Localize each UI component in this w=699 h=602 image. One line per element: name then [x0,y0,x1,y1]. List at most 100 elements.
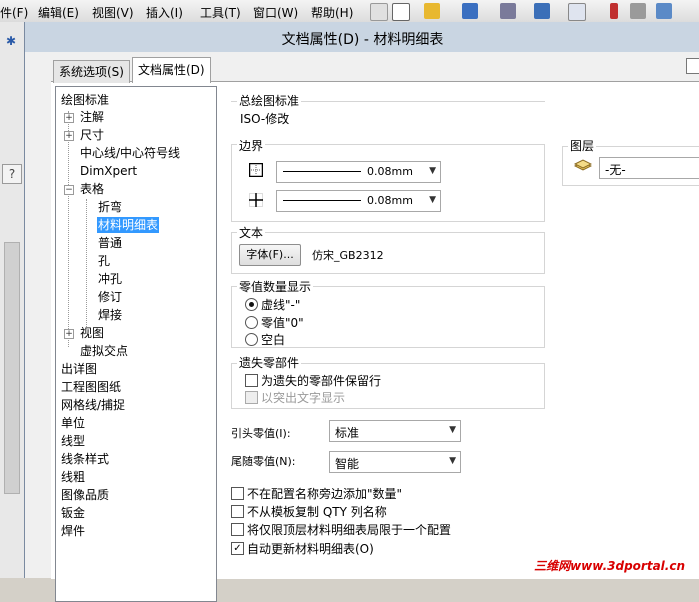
outer-border-value: 0.08mm [367,165,413,178]
tree-item-image-quality[interactable]: 图像品质 [61,487,109,503]
font-name: 仿宋_GB2312 [312,249,384,262]
menu-file[interactable]: 件(F) [0,4,28,21]
menu-insert[interactable]: 插入(I) [146,4,183,21]
tree-item-dimensions[interactable]: 尺寸 [80,127,104,143]
tree-item-centerlines[interactable]: 中心线/中心符号线 [80,145,180,161]
tree-item-punch[interactable]: 冲孔 [98,271,122,287]
new-document-icon[interactable] [392,3,410,21]
zero-qty-dash-radio[interactable] [245,298,258,311]
tree-item-tables[interactable]: 表格 [80,181,104,197]
preview-grid-icon [686,58,699,74]
tree-item-units[interactable]: 单位 [61,415,85,431]
tree-item-detailing[interactable]: 出详图 [61,361,97,377]
options-icon[interactable] [656,3,672,19]
layer-value: -无- [605,163,626,177]
save-icon[interactable] [462,3,478,19]
chevron-down-icon: ▼ [449,425,456,435]
select-cursor-icon[interactable] [568,3,586,21]
menu-help[interactable]: 帮助(H) [311,4,353,21]
keep-missing-row-checkbox[interactable] [245,374,258,387]
tree-item-revision[interactable]: 修订 [98,289,122,305]
text-title: 文本 [237,224,266,241]
chevron-down-icon: ▼ [429,195,436,205]
property-tree[interactable]: 绘图标准 + 注解 + 尺寸 中心线/中心符号线 DimXpert − 表格 折… [55,86,217,602]
tree-item-drawing-standard[interactable]: 绘图标准 [61,92,109,108]
expand-icon[interactable]: + [64,131,74,141]
gear-icon[interactable] [630,3,646,19]
strikeout-label: 以突出文字显示 [261,391,346,405]
overall-standard-value: ISO-修改 [240,112,290,126]
missing-components-title: 遗失零部件 [237,354,302,371]
tree-item-views[interactable]: 视图 [80,325,104,341]
tree-item-general[interactable]: 普通 [98,235,122,251]
leading-zeros-label: 引头零值(I): [231,427,291,440]
collapse-icon[interactable]: − [64,185,74,195]
title-bar: 文档属性(D) - 材料明细表 [25,22,699,52]
expand-icon[interactable]: + [64,113,74,123]
zero-qty-dash-label: 虚线"-" [261,298,301,312]
tree-item-bend[interactable]: 折弯 [98,199,122,215]
restrict-top-level-label: 将仅限顶层材料明细表局限于一个配置 [247,523,452,537]
pin-icon[interactable] [370,3,388,21]
auto-update-bom-checkbox[interactable]: ✓ [231,542,244,555]
app-menubar: 件(F) 编辑(E) 视图(V) 插入(I) 工具(T) 窗口(W) 帮助(H) [0,0,699,23]
tree-item-sheet-metal[interactable]: 钣金 [61,505,85,521]
tree-item-drawing-sheets[interactable]: 工程图图纸 [61,379,121,395]
keep-missing-row-label: 为遗失的零部件保留行 [261,374,382,388]
zero-qty-zero-radio[interactable] [245,316,258,329]
inner-border-thickness-select[interactable]: 0.08mm ▼ [276,190,441,212]
tree-item-virtual-sharps[interactable]: 虚拟交点 [80,343,128,359]
undo-icon[interactable] [534,3,550,19]
zero-qty-zero-label: 零值"0" [261,316,304,330]
traffic-light-icon[interactable] [610,3,618,19]
zero-qty-blank-label: 空白 [261,333,286,347]
no-copy-qty-label: 不从模板复制 QTY 列名称 [247,505,387,519]
line-sample [283,171,361,172]
strikeout-checkbox[interactable] [245,391,258,404]
tree-item-hole[interactable]: 孔 [98,253,110,269]
menu-tools[interactable]: 工具(T) [200,4,241,21]
star-icon[interactable]: ✱ [2,32,20,50]
tree-item-dimxpert[interactable]: DimXpert [80,163,137,179]
expand-icon[interactable]: + [64,329,74,339]
no-qty-next-config-label: 不在配置名称旁边添加"数量" [247,487,403,501]
layer-stack-icon [574,159,592,171]
no-qty-next-config-checkbox[interactable] [231,487,244,500]
menu-window[interactable]: 窗口(W) [253,4,298,21]
menu-view[interactable]: 视图(V) [92,4,134,21]
tree-item-line-style[interactable]: 线条样式 [61,451,109,467]
scrollbar[interactable] [4,242,20,494]
dialog-title: 文档属性(D) - 材料明细表 [281,32,444,48]
outer-border-thickness-select[interactable]: 0.08mm ▼ [276,161,441,183]
trailing-zeros-value: 智能 [335,457,360,471]
tree-item-weldments[interactable]: 焊件 [61,523,85,539]
trailing-zeros-select[interactable]: 智能 ▼ [329,451,461,473]
tree-item-line-thickness[interactable]: 线粗 [61,469,85,485]
layer-title: 图层 [568,137,597,154]
print-icon[interactable] [500,3,516,19]
tree-item-bom[interactable]: 材料明细表 [97,217,160,233]
app-left-panel: ✱ ? [0,22,25,578]
tab-document-properties[interactable]: 文档属性(D) [132,57,211,83]
open-folder-icon[interactable] [424,3,440,19]
inner-border-value: 0.08mm [367,194,413,207]
zero-qty-blank-radio[interactable] [245,333,258,346]
overall-standard-title: 总绘图标准 [237,92,302,109]
tab-system-options[interactable]: 系统选项(S) [53,60,130,83]
leading-zeros-value: 标准 [335,426,360,440]
no-copy-qty-checkbox[interactable] [231,505,244,518]
layer-select[interactable]: -无- [599,157,699,179]
trailing-zeros-label: 尾随零值(N): [231,455,296,468]
tree-item-weld[interactable]: 焊接 [98,307,122,323]
tree-item-grid-snap[interactable]: 网格线/捕捉 [61,397,125,413]
line-sample [283,200,361,201]
menu-edit[interactable]: 编辑(E) [38,4,79,21]
leading-zeros-select[interactable]: 标准 ▼ [329,420,461,442]
chevron-down-icon: ▼ [449,456,456,466]
help-icon[interactable]: ? [2,164,22,184]
tree-item-line-font[interactable]: 线型 [61,433,85,449]
tree-item-annotations[interactable]: 注解 [80,109,104,125]
document-properties-dialog: 文档属性(D) - 材料明细表 系统选项(S) 文档属性(D) 绘图标准 + 注… [24,22,699,602]
restrict-top-level-checkbox[interactable] [231,523,244,536]
font-button[interactable]: 字体(F)... [239,244,301,266]
